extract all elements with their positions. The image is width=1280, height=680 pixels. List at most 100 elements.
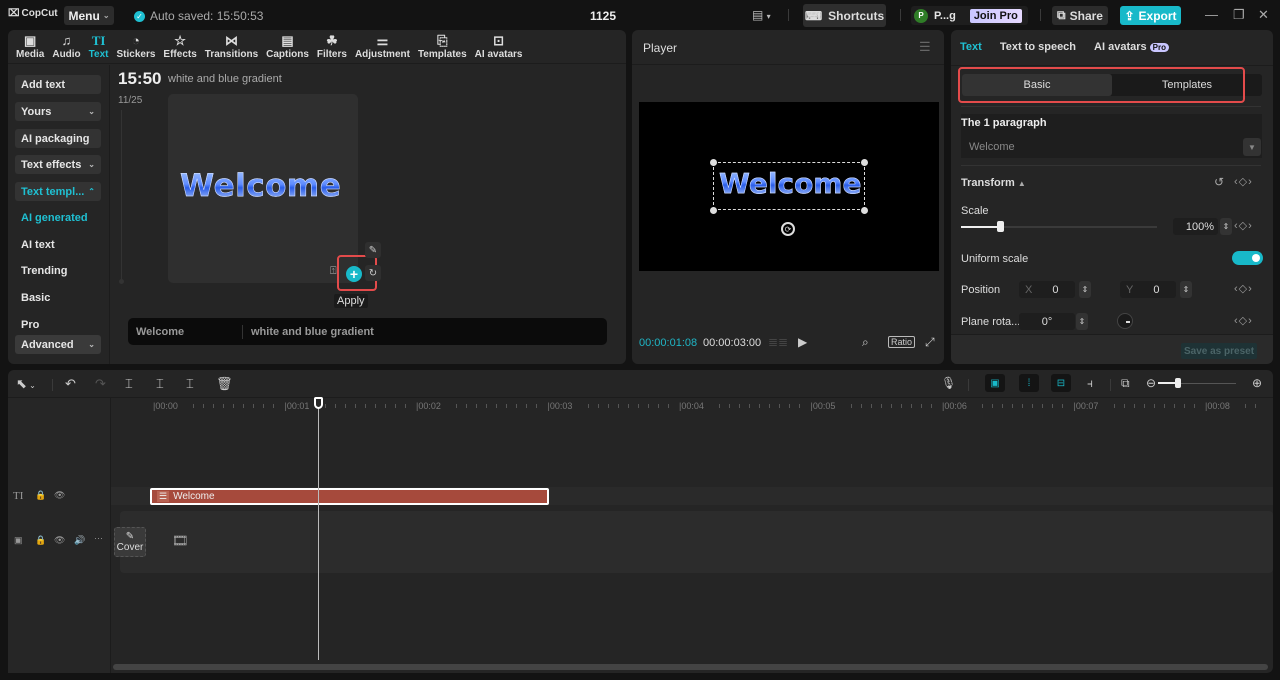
ratio-button[interactable]: Ratio [888, 336, 916, 348]
play-button[interactable]: ▶ [798, 335, 807, 349]
advanced-dropdown[interactable]: Advanced ⌄ [15, 335, 101, 354]
split-right-icon[interactable]: ⌶ [186, 376, 194, 392]
layout-icon[interactable]: ▤ ▾ [752, 8, 771, 22]
export-button[interactable]: ⇪ Export [1120, 6, 1181, 25]
position-y-input[interactable]: Y0 [1120, 281, 1176, 298]
lock-icon[interactable]: 🔒 [35, 490, 46, 501]
tool-stickers[interactable]: ◔ Stickers [113, 30, 160, 63]
keyframe-icon[interactable]: ‹◇› [1234, 282, 1253, 295]
reset-icon[interactable]: ↺ [1214, 175, 1224, 189]
keyframe-icon[interactable]: ‹◇› [1234, 314, 1253, 327]
resize-handle[interactable] [861, 207, 868, 214]
edit-icon[interactable]: ✎ [365, 242, 381, 258]
preview-canvas[interactable]: Welcome ⟳ [639, 102, 939, 271]
hamburger-menu-icon[interactable]: ☰ [919, 39, 931, 55]
prompt-input-bar[interactable]: Welcome white and blue gradient [128, 318, 607, 345]
timeline-zoom-knob[interactable] [1174, 378, 1181, 388]
audio-mute-icon[interactable]: 🔊 [74, 535, 85, 546]
position-x-input[interactable]: X0 [1019, 281, 1075, 298]
transform-section[interactable]: Transform ▲ [961, 177, 1026, 189]
zoom-out-icon[interactable]: ⊖ [1146, 376, 1156, 390]
text-clip[interactable]: ☰ Welcome [150, 488, 549, 505]
style-input[interactable]: white and blue gradient [243, 326, 374, 338]
keyframe-icon[interactable]: ‹◇› [1234, 175, 1253, 188]
delete-icon[interactable]: 🗑 [216, 376, 233, 392]
shortcuts-button[interactable]: ⌨ Shortcuts [803, 4, 886, 27]
position-x-stepper[interactable]: ⇕ [1079, 281, 1091, 298]
tab-ai-avatars[interactable]: AI avatars Pro [1094, 41, 1169, 53]
eye-icon[interactable]: 👁 [54, 535, 65, 546]
scale-stepper[interactable]: ⇕ [1220, 218, 1232, 235]
position-y-stepper[interactable]: ⇕ [1180, 281, 1192, 298]
tool-templates[interactable]: ⎘ Templates [414, 30, 471, 63]
resize-handle[interactable] [861, 159, 868, 166]
minimize-icon[interactable]: — [1205, 7, 1218, 22]
zoom-in-icon[interactable]: ⊕ [1252, 376, 1262, 390]
tool-ai-avatars[interactable]: ⊡ AI avatars [471, 30, 527, 63]
split-left-icon[interactable]: ⌶ [156, 376, 164, 392]
sidenav-item-pro[interactable]: Pro [21, 319, 39, 331]
lock-icon[interactable]: 🔒 [35, 535, 46, 546]
rotation-input[interactable]: 0° [1019, 313, 1075, 330]
tab-text-to-speech[interactable]: Text to speech [1000, 41, 1076, 53]
tool-media[interactable]: ▣ Media [12, 30, 48, 63]
user-account[interactable]: P P...g Join Pro [911, 6, 1028, 25]
tool-adjustment[interactable]: ⚌ Adjustment [351, 30, 414, 63]
scale-input[interactable]: 100% [1173, 218, 1218, 235]
apply-button[interactable]: + [346, 266, 362, 282]
tab-text[interactable]: Text [960, 41, 982, 53]
text-input[interactable]: Welcome [128, 324, 243, 339]
more-icon[interactable]: ··· [94, 533, 103, 543]
zoom-fit-timeline-icon[interactable]: ⧉ [1121, 376, 1130, 391]
tool-captions[interactable]: ▤ Captions [262, 30, 313, 63]
rotation-stepper[interactable]: ⇕ [1076, 313, 1088, 330]
scale-slider-knob[interactable] [997, 221, 1005, 232]
microphone-icon[interactable]: 🎙 [941, 376, 956, 390]
tool-effects[interactable]: ☆ Effects [159, 30, 200, 63]
paragraph-text-input[interactable]: Welcome [969, 141, 1015, 153]
cover-button[interactable]: ✎ Cover [114, 527, 146, 557]
split-icon[interactable]: ⌶ [125, 376, 133, 392]
sidenav-item-ai-text[interactable]: AI text [21, 239, 55, 251]
main-track-magnet-icon[interactable]: ▣ [985, 374, 1005, 392]
zoom-fit-icon[interactable]: ⌕ [862, 335, 869, 350]
auto-snapping-icon[interactable]: ⁞ [1019, 374, 1039, 392]
eye-icon[interactable]: 👁 [54, 490, 65, 501]
add-text-button[interactable]: Add text [15, 75, 101, 94]
undo-icon[interactable]: ↶ [65, 376, 76, 392]
tool-transitions[interactable]: ⋈ Transitions [201, 30, 262, 63]
template-preview-card[interactable]: Welcome [168, 94, 358, 283]
ai-packaging-button[interactable]: AI packaging [15, 129, 101, 148]
share-button[interactable]: ⧉ Share [1052, 6, 1108, 25]
select-tool-icon[interactable]: ⬉ ⌄ [16, 376, 36, 392]
sidenav-item-ai-generated[interactable]: AI generated [21, 212, 88, 224]
download-icon[interactable]: ⍐ [330, 265, 337, 278]
timeline-horizontal-scrollbar[interactable] [113, 664, 1268, 670]
restore-icon[interactable]: ❐ [1233, 7, 1245, 23]
sidenav-item-basic[interactable]: Basic [21, 292, 50, 304]
resize-handle[interactable] [710, 159, 717, 166]
regenerate-icon[interactable]: ↻ [365, 265, 381, 281]
expand-dropdown-icon[interactable]: ▼ [1243, 138, 1261, 156]
join-pro-button[interactable]: Join Pro [969, 8, 1022, 23]
selection-box[interactable] [713, 162, 865, 210]
preview-axis-icon[interactable]: ⫞ [1087, 376, 1093, 391]
sidenav-item-trending[interactable]: Trending [21, 265, 67, 277]
save-as-preset-button[interactable]: Save as preset [1181, 343, 1257, 359]
rotation-dial[interactable] [1117, 313, 1133, 329]
linkage-icon[interactable]: ⊟ [1051, 374, 1071, 392]
text-templates-dropdown[interactable]: Text templ... ⌃ [15, 182, 101, 201]
rotate-handle-icon[interactable]: ⟳ [781, 222, 795, 236]
tool-filters[interactable]: ☘ Filters [313, 30, 351, 63]
fullscreen-icon[interactable]: ⤢ [925, 335, 935, 350]
playhead-handle[interactable] [314, 397, 323, 409]
uniform-scale-toggle[interactable] [1232, 251, 1263, 265]
resize-handle[interactable] [710, 207, 717, 214]
text-effects-dropdown[interactable]: Text effects ⌄ [15, 155, 101, 174]
menu-button[interactable]: Menu ⌄ [64, 6, 114, 25]
keyframe-icon[interactable]: ‹◇› [1234, 219, 1253, 232]
project-name[interactable]: 1125 [590, 9, 616, 23]
tool-text[interactable]: TI Text [85, 30, 113, 63]
yours-dropdown[interactable]: Yours ⌄ [15, 102, 101, 121]
tool-audio[interactable]: ♫ Audio [48, 30, 84, 63]
